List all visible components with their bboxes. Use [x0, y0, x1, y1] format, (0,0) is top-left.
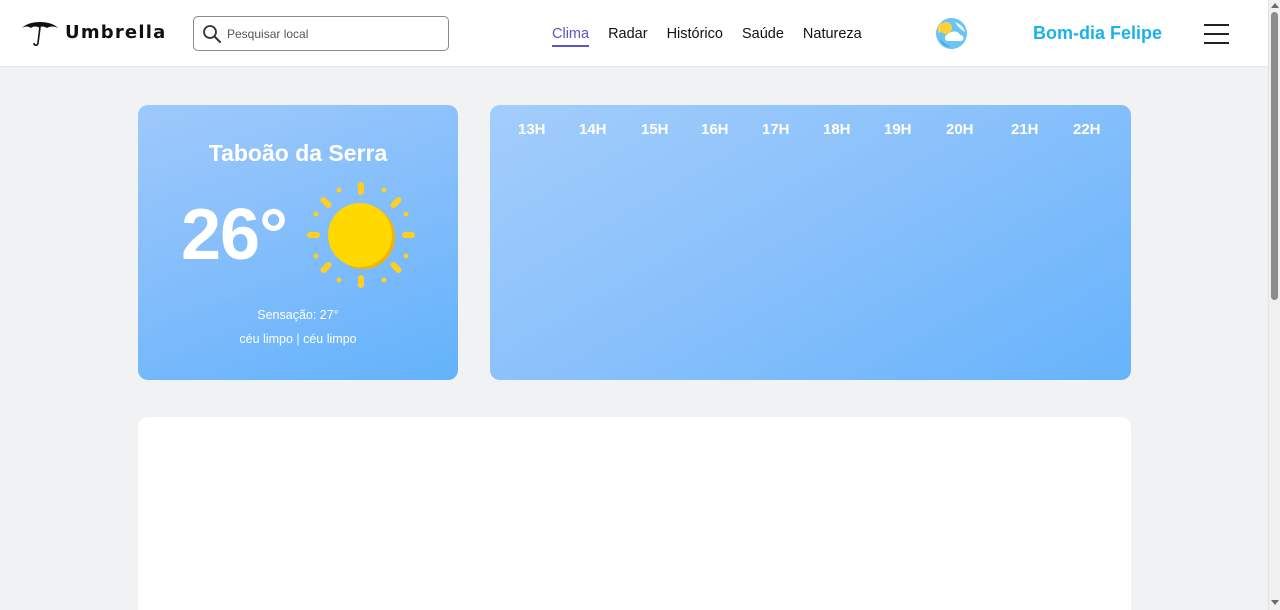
top-header: Umbrella Clima Radar Histórico Saúde Nat…	[0, 0, 1268, 67]
scroll-down-icon[interactable]	[1271, 600, 1279, 605]
logo-text: Umbrella	[65, 21, 167, 43]
umbrella-icon	[22, 22, 58, 47]
menu-line-icon	[1204, 42, 1229, 44]
nav-saude[interactable]: Saúde	[742, 25, 784, 47]
scroll-up-icon[interactable]	[1271, 3, 1279, 8]
feels-like: Sensação: 27°	[257, 308, 339, 322]
page-scrollbar[interactable]	[1268, 0, 1280, 610]
greeting-text: Bom-dia Felipe	[1033, 23, 1163, 43]
scroll-thumb[interactable]	[1271, 12, 1278, 300]
content-card	[138, 417, 1131, 610]
sun-icon	[307, 182, 415, 288]
hour-label: 19H	[884, 121, 912, 138]
hour-label: 13H	[518, 121, 546, 138]
weather-globe-icon[interactable]	[934, 17, 969, 50]
search-icon	[203, 25, 221, 43]
hour-label: 22H	[1073, 121, 1101, 138]
menu-line-icon	[1204, 24, 1229, 26]
main-nav: Clima Radar Histórico Saúde Natureza	[552, 25, 862, 47]
weather-description: céu limpo | céu limpo	[239, 332, 357, 346]
current-temperature: 26°	[181, 195, 288, 275]
city-name: Taboão da Serra	[208, 140, 388, 166]
nav-clima[interactable]: Clima	[552, 25, 590, 47]
hour-label: 21H	[1011, 121, 1039, 138]
hamburger-menu-button[interactable]	[1204, 24, 1229, 44]
nav-radar[interactable]: Radar	[608, 25, 648, 47]
hour-label: 16H	[701, 121, 729, 138]
hourly-forecast-card: 13H 14H 15H 16H 17H 18H 19H 20H 21H 22H	[490, 105, 1131, 380]
nav-historico[interactable]: Histórico	[667, 25, 723, 47]
hour-label: 14H	[579, 121, 607, 138]
logo[interactable]: Umbrella	[21, 19, 166, 49]
hour-label: 17H	[762, 121, 790, 138]
current-weather-card: Taboão da Serra 26° Sensação: 27° céu li…	[138, 105, 458, 380]
hour-label: 18H	[823, 121, 851, 138]
search-input[interactable]	[227, 17, 445, 50]
search-box[interactable]	[193, 16, 449, 51]
menu-line-icon	[1204, 33, 1229, 35]
nav-natureza[interactable]: Natureza	[803, 25, 862, 47]
hour-label: 15H	[641, 121, 669, 138]
hour-label: 20H	[946, 121, 974, 138]
